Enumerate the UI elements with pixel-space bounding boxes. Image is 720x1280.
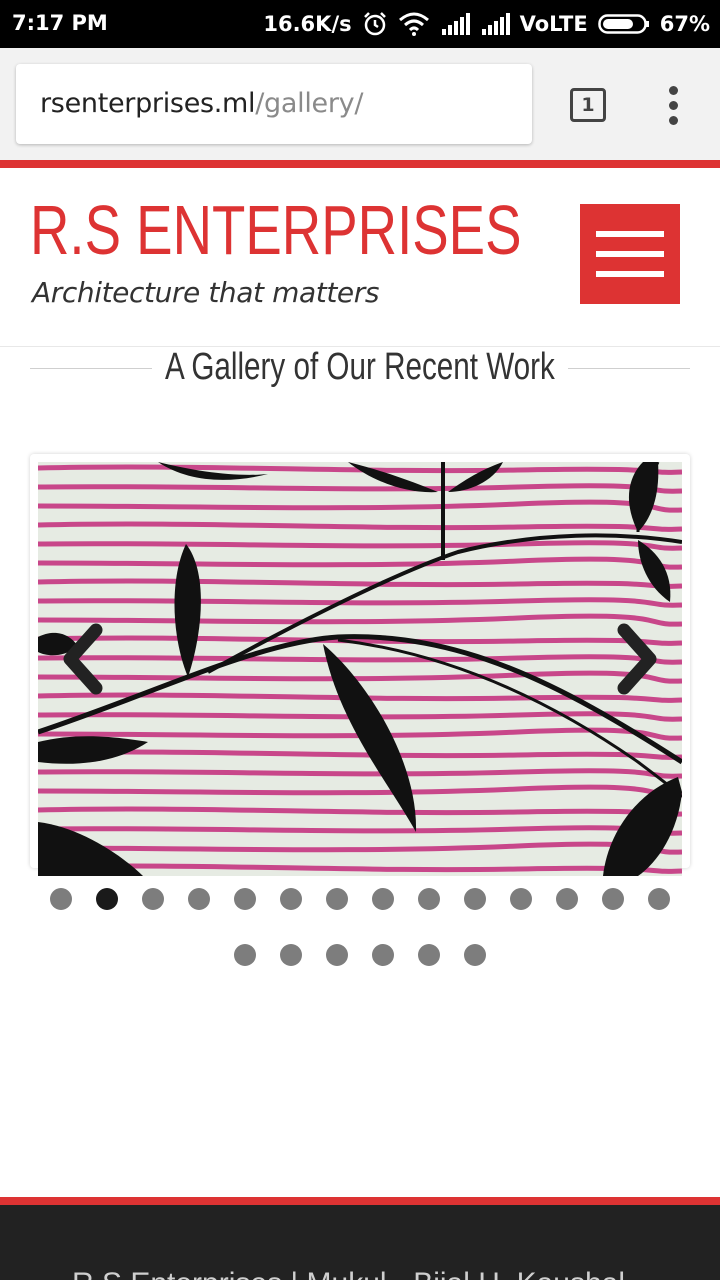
pagination-dot[interactable] — [234, 888, 256, 910]
chevron-right-icon[interactable] — [612, 622, 662, 696]
more-vert-icon[interactable] — [664, 86, 684, 126]
chevron-left-icon[interactable] — [58, 622, 108, 696]
pagination-dot[interactable] — [142, 888, 164, 910]
tab-switcher-button[interactable]: 1 — [570, 88, 606, 122]
pagination-dot[interactable] — [418, 888, 440, 910]
url-path: /gallery/ — [255, 88, 364, 119]
footer: R.S Enterprises | Mukul - Bijal H. Kaush… — [0, 1205, 720, 1280]
wifi-icon — [398, 12, 430, 36]
slide-image — [38, 462, 682, 876]
address-bar[interactable]: rsenterprises.ml/gallery/ — [16, 64, 532, 144]
url-domain: rsenterprises.ml — [40, 88, 256, 119]
pagination-dot[interactable] — [464, 944, 486, 966]
site-title[interactable]: R.S ENTERPRISES — [30, 190, 522, 270]
image-slider[interactable] — [30, 454, 690, 876]
pagination-dot[interactable] — [372, 888, 394, 910]
signal-icon — [440, 13, 470, 35]
pagination-dot[interactable] — [372, 944, 394, 966]
pagination-dot[interactable] — [510, 888, 532, 910]
top-accent-bar — [0, 160, 720, 168]
browser-toolbar: rsenterprises.ml/gallery/ 1 — [0, 48, 720, 160]
hamburger-menu-button[interactable] — [580, 204, 680, 304]
pagination-dot[interactable] — [280, 888, 302, 910]
pagination-dot[interactable] — [648, 888, 670, 910]
status-time: 7:17 PM — [12, 11, 108, 35]
pagination-dot[interactable] — [464, 888, 486, 910]
hamburger-icon — [596, 231, 664, 237]
hamburger-icon — [596, 251, 664, 257]
site-tagline: Architecture that matters — [32, 276, 380, 309]
pagination-dot[interactable] — [326, 888, 348, 910]
pagination-dot[interactable] — [188, 888, 210, 910]
pagination-dot[interactable] — [602, 888, 624, 910]
footer-text: R.S Enterprises | Mukul - Bijal H. Kaush… — [72, 1267, 625, 1280]
gallery-title: A Gallery of Our Recent Work — [165, 346, 555, 388]
pagination-dot[interactable] — [556, 888, 578, 910]
signal-icon — [480, 13, 510, 35]
network-type: VoLTE — [519, 12, 588, 36]
pagination-dot[interactable] — [96, 888, 118, 910]
url-text[interactable]: rsenterprises.ml/gallery/ — [40, 88, 363, 119]
pagination-dot[interactable] — [418, 944, 440, 966]
alarm-icon — [362, 11, 388, 37]
battery-icon — [597, 13, 650, 35]
footer-accent-bar — [0, 1197, 720, 1205]
pagination-dot[interactable] — [50, 888, 72, 910]
gallery-heading: A Gallery of Our Recent Work — [0, 340, 720, 396]
pagination-dot[interactable] — [326, 944, 348, 966]
network-speed: 16.6K/s — [263, 12, 352, 36]
pagination-dot[interactable] — [280, 944, 302, 966]
hamburger-icon — [596, 271, 664, 277]
pagination-dot[interactable] — [234, 944, 256, 966]
status-bar: 7:17 PM 16.6K/s VoLTE 67% — [0, 0, 720, 48]
battery-percent: 67% — [659, 12, 710, 36]
